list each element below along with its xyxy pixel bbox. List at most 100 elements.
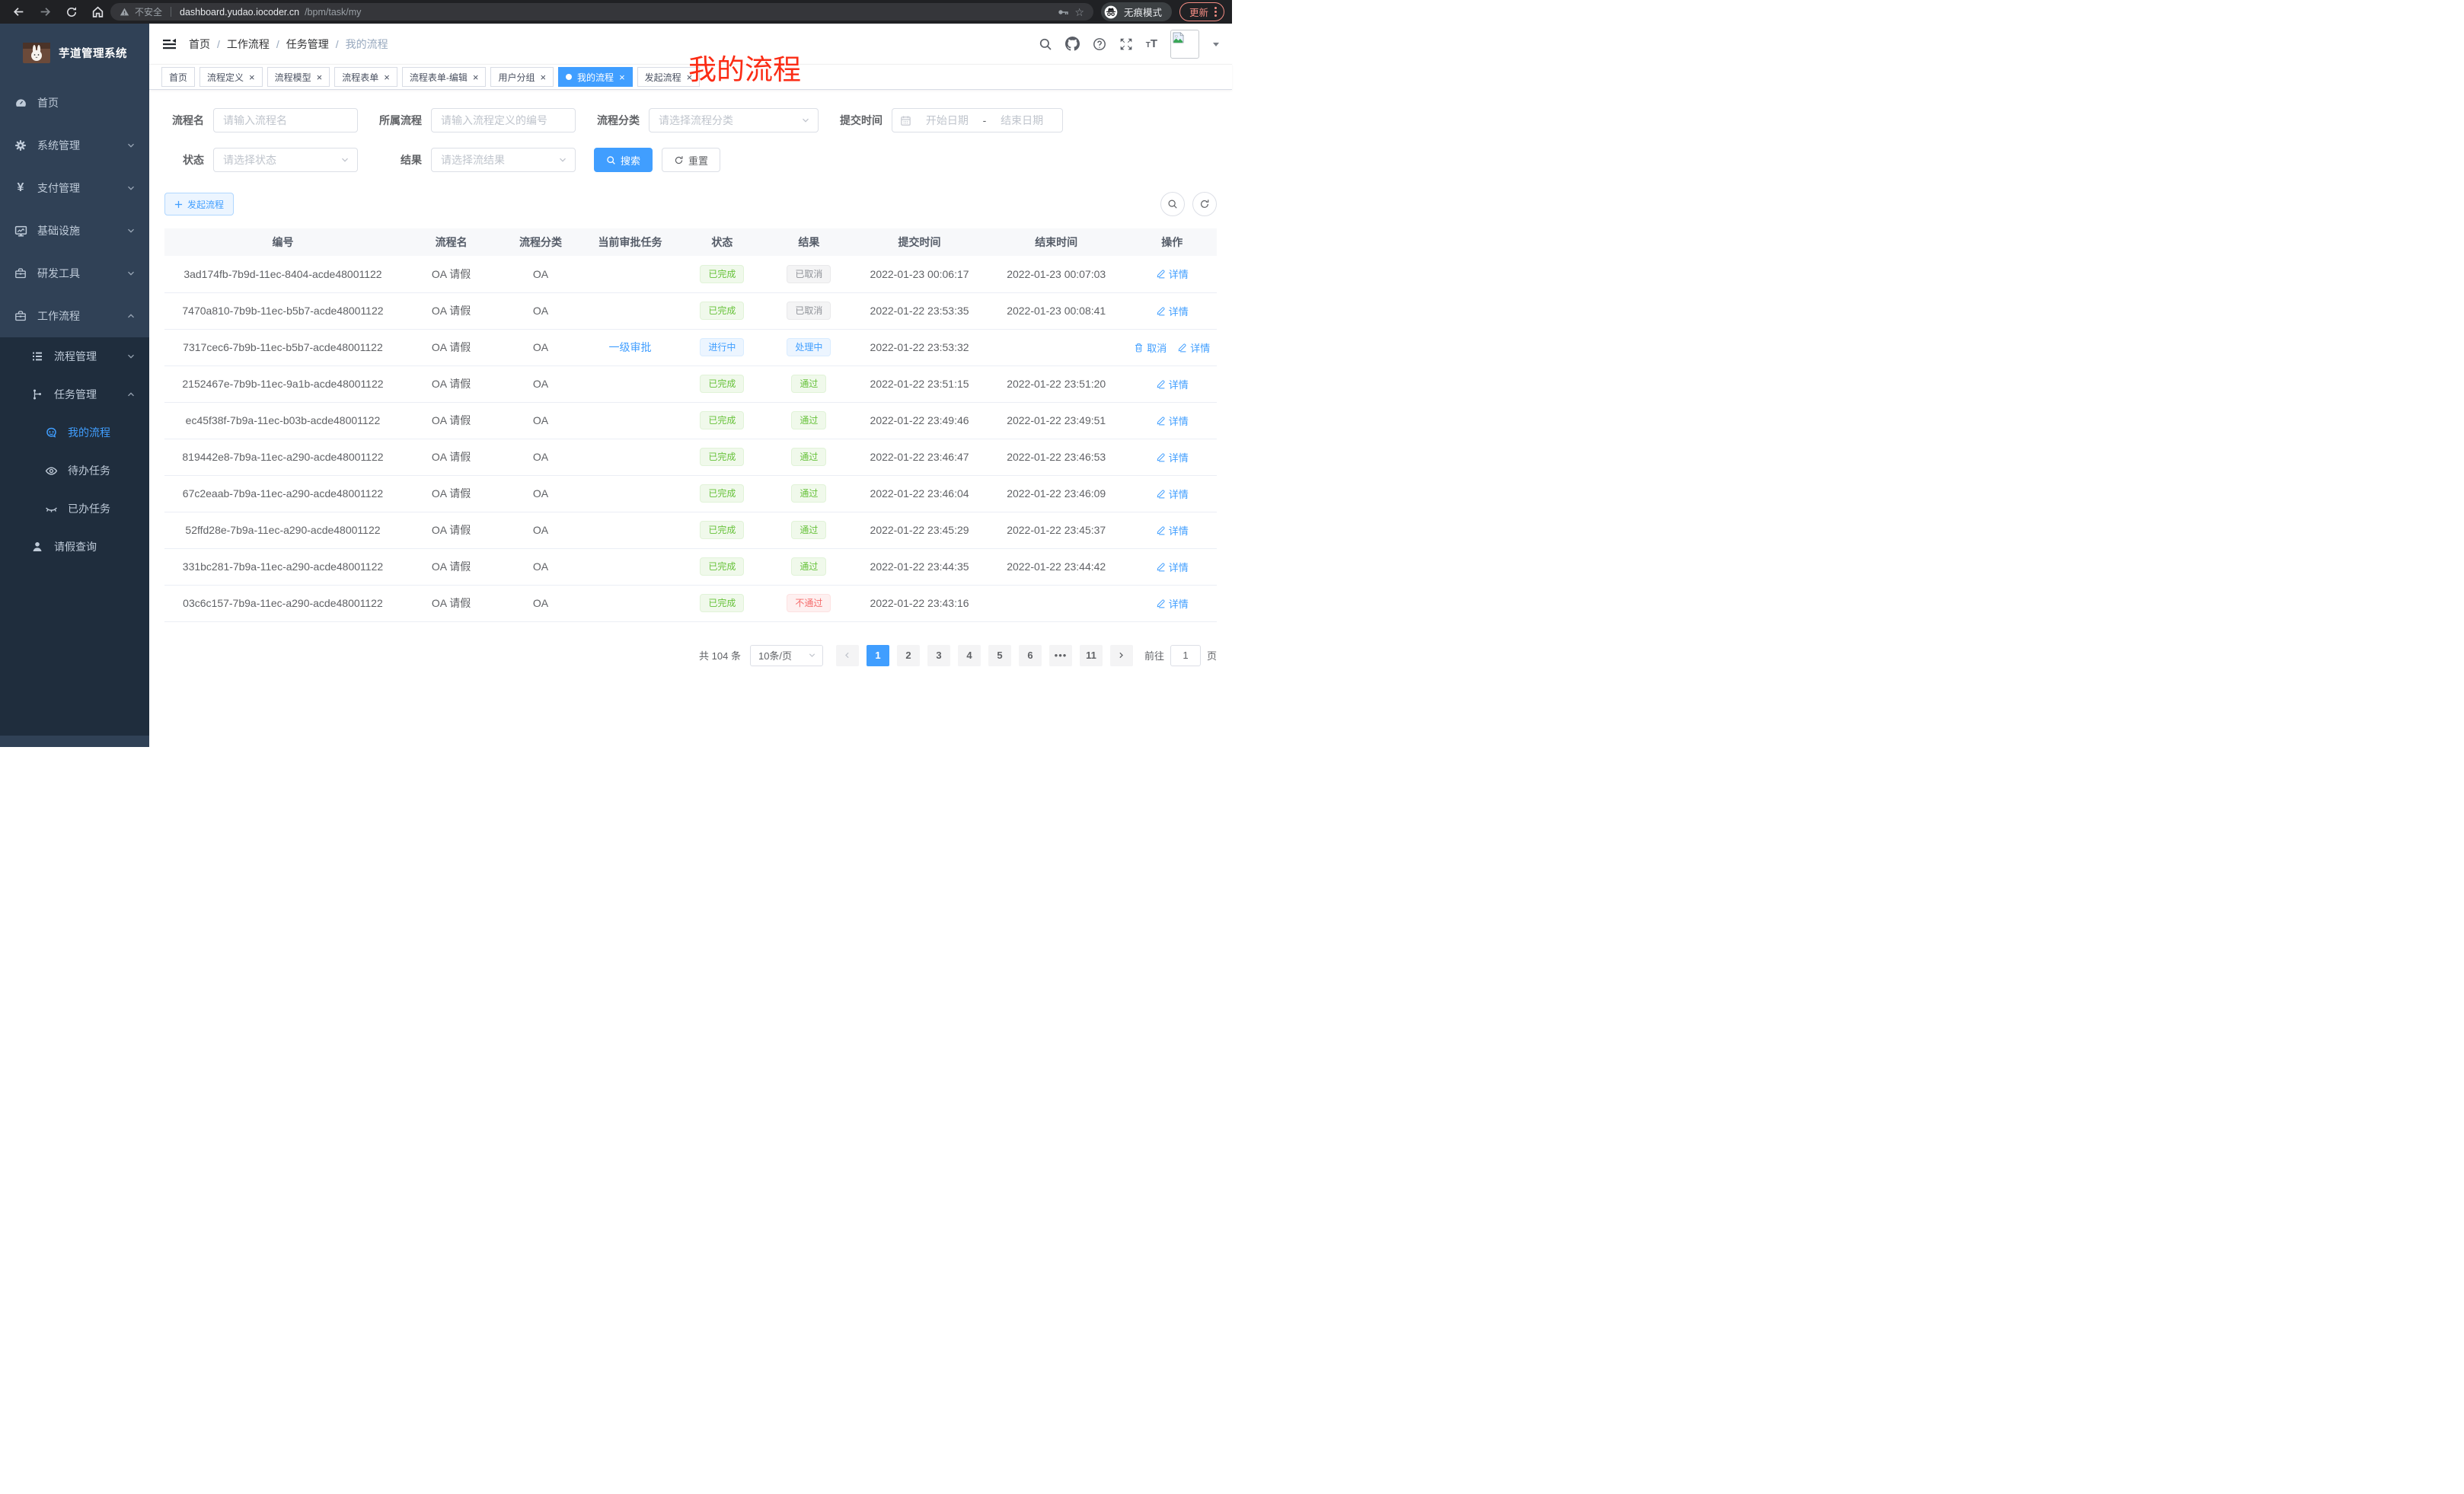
result-select[interactable]: 请选择流结果 bbox=[431, 148, 576, 172]
avatar[interactable] bbox=[1170, 30, 1199, 59]
chevron-down-icon bbox=[126, 141, 136, 150]
action-detail-link[interactable]: 详情 bbox=[1156, 413, 1189, 428]
breadcrumb-item[interactable]: 工作流程 bbox=[227, 37, 270, 52]
action-detail-link[interactable]: 详情 bbox=[1177, 340, 1210, 355]
breadcrumb-separator: / bbox=[217, 38, 220, 50]
pagination-goto-input[interactable] bbox=[1170, 645, 1201, 666]
sidebar-item-dev-tools[interactable]: 研发工具 bbox=[0, 252, 149, 295]
pagination-page-11[interactable]: 11 bbox=[1080, 645, 1103, 666]
cell-id: 67c2eaab-7b9a-11ec-a290-acde48001122 bbox=[164, 475, 401, 512]
sidebar-item-home[interactable]: 首页 bbox=[0, 81, 149, 124]
sidebar-item-workflow[interactable]: 工作流程 bbox=[0, 295, 149, 337]
reset-button[interactable]: 重置 bbox=[662, 148, 720, 172]
browser-update-button[interactable]: 更新 bbox=[1179, 2, 1224, 21]
breadcrumb-item[interactable]: 首页 bbox=[189, 37, 210, 52]
sidebar-item-process-management[interactable]: 流程管理 bbox=[0, 337, 149, 375]
sidebar-item-system-management[interactable]: 系统管理 bbox=[0, 124, 149, 167]
browser-home-icon[interactable] bbox=[91, 5, 104, 18]
action-detail-link[interactable]: 详情 bbox=[1156, 560, 1189, 574]
status-tag: 已完成 bbox=[700, 411, 744, 429]
action-detail-link[interactable]: 详情 bbox=[1156, 304, 1189, 318]
header-search-icon[interactable] bbox=[1039, 37, 1052, 51]
sidebar-item-my-process[interactable]: 我的流程 bbox=[0, 413, 149, 452]
github-icon[interactable] bbox=[1065, 37, 1080, 51]
cell-category: OA bbox=[501, 366, 580, 402]
breadcrumb-item[interactable]: 任务管理 bbox=[286, 37, 329, 52]
pagination-page-3[interactable]: 3 bbox=[927, 645, 950, 666]
tab-close-icon[interactable]: × bbox=[473, 72, 479, 82]
action-detail-link[interactable]: 详情 bbox=[1156, 523, 1189, 538]
page-size-select[interactable]: 10条/页 bbox=[750, 645, 823, 666]
fullscreen-icon[interactable] bbox=[1119, 37, 1133, 51]
bookmark-star-icon[interactable]: ☆ bbox=[1074, 7, 1084, 18]
sidebar-item-payment-management[interactable]: ¥支付管理 bbox=[0, 167, 149, 209]
category-select[interactable]: 请选择流程分类 bbox=[649, 108, 819, 132]
cell-current-task bbox=[580, 366, 680, 402]
sidebar-menu: 首页系统管理¥支付管理基础设施研发工具工作流程 bbox=[0, 81, 149, 337]
action-detail-link[interactable]: 详情 bbox=[1156, 377, 1189, 391]
tab-close-icon[interactable]: × bbox=[540, 72, 546, 82]
pagination-page-6[interactable]: 6 bbox=[1019, 645, 1042, 666]
status-tag: 进行中 bbox=[700, 338, 744, 356]
tab-process-form[interactable]: 流程表单× bbox=[334, 67, 397, 87]
tab-close-icon[interactable]: × bbox=[249, 72, 255, 82]
sidebar-item-task-management[interactable]: 任务管理 bbox=[0, 375, 149, 413]
tab-process-model[interactable]: 流程模型× bbox=[267, 67, 330, 87]
tab-process-form-edit[interactable]: 流程表单-编辑× bbox=[402, 67, 487, 87]
browser-back-icon[interactable] bbox=[12, 5, 25, 18]
app-logo-row[interactable]: 芋道管理系统 bbox=[0, 24, 149, 81]
avatar-caret-icon[interactable] bbox=[1212, 40, 1220, 48]
tab-process-definition[interactable]: 流程定义× bbox=[199, 67, 263, 87]
sidebar-item-todo-task[interactable]: 待办任务 bbox=[0, 452, 149, 490]
cell-status: 已完成 bbox=[680, 475, 764, 512]
pagination-next-button[interactable] bbox=[1110, 645, 1133, 666]
cell-process-name: OA 请假 bbox=[401, 402, 501, 439]
action-cancel-link[interactable]: 取消 bbox=[1134, 340, 1167, 355]
action-label: 详情 bbox=[1169, 487, 1189, 501]
browser-menu-icon[interactable] bbox=[1214, 7, 1217, 17]
address-bar[interactable]: 不安全 dashboard.yudao.iocoder.cn/bpm/task/… bbox=[110, 3, 1093, 21]
pagination-page-2[interactable]: 2 bbox=[897, 645, 920, 666]
tab-user-group[interactable]: 用户分组× bbox=[490, 67, 554, 87]
pagination-page-1[interactable]: 1 bbox=[867, 645, 889, 666]
pagination-prev-button[interactable] bbox=[836, 645, 859, 666]
start-process-button[interactable]: 发起流程 bbox=[164, 193, 234, 215]
hamburger-icon[interactable] bbox=[161, 37, 177, 52]
submit-time-range-picker[interactable]: 开始日期 - 结束日期 bbox=[892, 108, 1063, 132]
tab-home[interactable]: 首页 bbox=[161, 67, 195, 87]
cell-current-task bbox=[580, 439, 680, 475]
tab-close-icon[interactable]: × bbox=[384, 72, 390, 82]
pagination-page-5[interactable]: 5 bbox=[988, 645, 1011, 666]
pen-icon bbox=[1156, 306, 1166, 316]
action-detail-link[interactable]: 详情 bbox=[1156, 596, 1189, 611]
font-size-icon[interactable]: TT bbox=[1146, 37, 1157, 50]
status-select[interactable]: 请选择状态 bbox=[213, 148, 358, 172]
current-task-link[interactable]: 一级审批 bbox=[609, 341, 652, 353]
parent-process-input[interactable] bbox=[431, 108, 576, 132]
process-name-input[interactable] bbox=[213, 108, 358, 132]
action-detail-link[interactable]: 详情 bbox=[1156, 267, 1189, 281]
sidebar-item-leave-query[interactable]: 请假查询 bbox=[0, 528, 149, 566]
action-detail-link[interactable]: 详情 bbox=[1156, 450, 1189, 464]
password-key-icon[interactable] bbox=[1057, 6, 1069, 18]
browser-reload-icon[interactable] bbox=[65, 6, 78, 18]
cell-result: 通过 bbox=[764, 548, 854, 585]
show-search-toggle-button[interactable] bbox=[1160, 192, 1185, 216]
tab-close-icon[interactable]: × bbox=[619, 72, 625, 82]
column-header: 当前审批任务 bbox=[580, 228, 680, 256]
cell-end-time bbox=[985, 585, 1128, 621]
pagination-more-button[interactable]: ••• bbox=[1049, 645, 1072, 666]
chevron-down-icon bbox=[340, 155, 349, 164]
pagination-page-4[interactable]: 4 bbox=[958, 645, 981, 666]
browser-forward-icon[interactable] bbox=[39, 5, 52, 18]
help-icon[interactable] bbox=[1093, 37, 1106, 51]
search-button[interactable]: 搜索 bbox=[594, 148, 653, 172]
filter-label-submit-time: 提交时间 bbox=[831, 113, 892, 128]
tab-my-process[interactable]: 我的流程× bbox=[558, 67, 633, 87]
sidebar-item-done-task[interactable]: 已办任务 bbox=[0, 490, 149, 528]
refresh-table-button[interactable] bbox=[1192, 192, 1217, 216]
cell-category: OA bbox=[501, 329, 580, 366]
action-detail-link[interactable]: 详情 bbox=[1156, 487, 1189, 501]
tab-close-icon[interactable]: × bbox=[317, 72, 323, 82]
sidebar-item-infrastructure[interactable]: 基础设施 bbox=[0, 209, 149, 252]
